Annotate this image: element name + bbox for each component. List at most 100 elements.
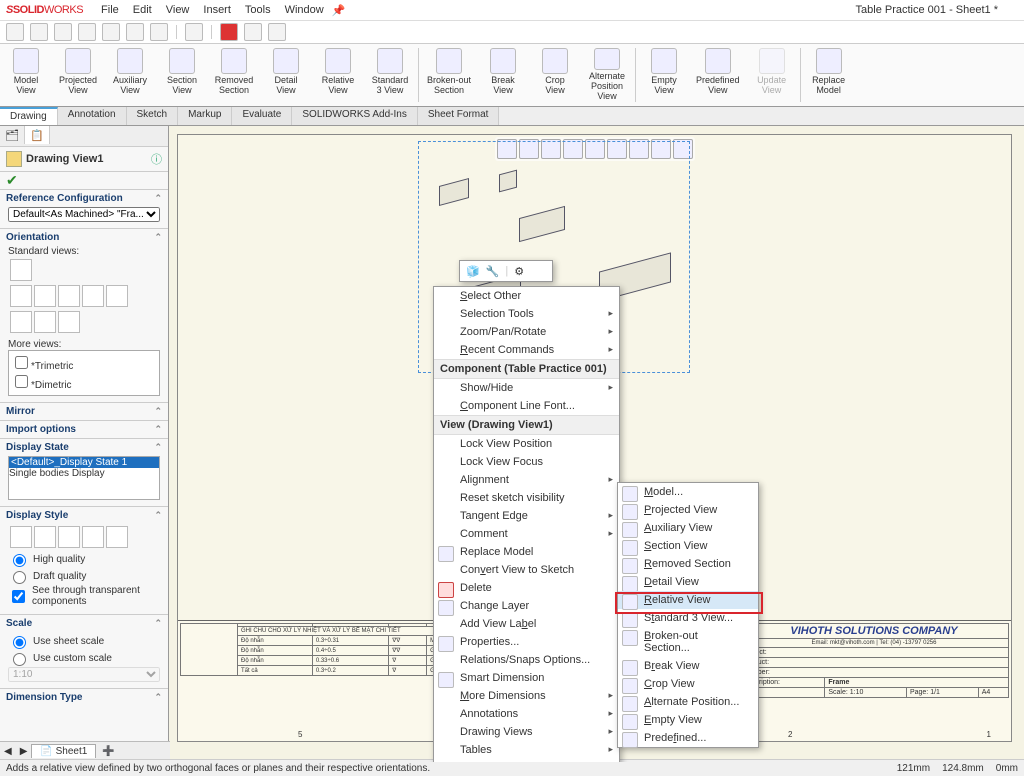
ctx-show-hide[interactable]: Show/Hide: [434, 379, 619, 397]
subctx-standard-view-[interactable]: Standard 3 View...: [618, 609, 758, 627]
ctx-replace-model[interactable]: Replace Model: [434, 543, 619, 561]
ctx-change-layer[interactable]: Change Layer: [434, 597, 619, 615]
hlr-btn[interactable]: [34, 526, 56, 548]
ctx-relations-snaps-options-[interactable]: Relations/Snaps Options...: [434, 651, 619, 669]
wireframe-btn[interactable]: [10, 526, 32, 548]
ribbon-auxiliary[interactable]: AuxiliaryView: [104, 44, 156, 106]
ribbon-section[interactable]: SectionView: [156, 44, 208, 106]
ribbon-detail[interactable]: DetailView: [260, 44, 312, 106]
ribbon-replace[interactable]: ReplaceModel: [803, 44, 855, 106]
refcfg-header[interactable]: Reference Configuration: [6, 193, 162, 204]
tab-markup[interactable]: Markup: [178, 107, 232, 125]
tab-drawing[interactable]: Drawing: [0, 107, 58, 125]
ctx-lock-view-focus[interactable]: Lock View Focus: [434, 453, 619, 471]
menu-file[interactable]: File: [101, 4, 119, 16]
trimetric-check[interactable]: [15, 356, 28, 369]
undo-icon[interactable]: [126, 23, 144, 41]
ctx-comment[interactable]: Comment: [434, 525, 619, 543]
shaded-edges-btn[interactable]: [82, 526, 104, 548]
view-back-btn[interactable]: [82, 285, 104, 307]
help-icon[interactable]: ⓘ: [151, 151, 162, 167]
display-state-list[interactable]: <Default>_Display State 1 Single bodies …: [8, 456, 160, 500]
ok-button[interactable]: ✔: [0, 172, 168, 189]
home-icon[interactable]: [6, 23, 24, 41]
settings-icon[interactable]: [268, 23, 286, 41]
dimtype-header[interactable]: Dimension Type: [6, 692, 162, 703]
custom-scale-radio[interactable]: [13, 653, 26, 666]
view-bottom-btn[interactable]: [106, 285, 128, 307]
dimetric-check[interactable]: [15, 375, 28, 388]
subctx-broken-out-section-[interactable]: Broken-out Section...: [618, 627, 758, 657]
ctx-alignment[interactable]: Alignment: [434, 471, 619, 489]
ctx-delete[interactable]: Delete: [434, 579, 619, 597]
ctx-drawing-views[interactable]: Drawing Views: [434, 723, 619, 741]
menu-edit[interactable]: Edit: [133, 4, 152, 16]
view-iso-btn[interactable]: [10, 311, 32, 333]
menu-window[interactable]: Window: [285, 4, 324, 16]
transparent-check[interactable]: [12, 590, 25, 603]
ctx-smart-dimension[interactable]: Smart Dimension: [434, 669, 619, 687]
ctx-more-dimensions[interactable]: More Dimensions: [434, 687, 619, 705]
subctx-projected-view[interactable]: Projected View: [618, 501, 758, 519]
view-left-btn[interactable]: [34, 285, 56, 307]
ctx-more-icon[interactable]: ⚙: [514, 265, 524, 278]
ctx-component-line-font-[interactable]: Component Line Font...: [434, 397, 619, 415]
add-sheet-icon[interactable]: ➕: [96, 746, 120, 757]
view-right-btn[interactable]: [58, 285, 80, 307]
feature-tree-tab[interactable]: 🗂: [0, 126, 25, 144]
ctx-recent-commands[interactable]: Recent Commands: [434, 341, 619, 359]
ribbon-model[interactable]: ModelView: [0, 44, 52, 106]
ribbon-projected[interactable]: ProjectedView: [52, 44, 104, 106]
menu-view[interactable]: View: [166, 4, 190, 16]
ribbon-break[interactable]: BreakView: [477, 44, 529, 106]
options-icon[interactable]: [244, 23, 262, 41]
ribbon-empty[interactable]: EmptyView: [638, 44, 690, 106]
ctx-tables[interactable]: Tables: [434, 741, 619, 759]
ctx-annotations[interactable]: Annotations: [434, 705, 619, 723]
ctx-zoom-pan-rotate[interactable]: Zoom/Pan/Rotate: [434, 323, 619, 341]
ribbon-alternate[interactable]: AlternatePositionView: [581, 44, 633, 106]
orientation-header[interactable]: Orientation: [6, 232, 162, 243]
subctx-predefined-[interactable]: Predefined...: [618, 729, 758, 747]
sheet1-tab[interactable]: 📄 Sheet1: [31, 744, 96, 758]
subctx-removed-section[interactable]: Removed Section: [618, 555, 758, 573]
view-front-btn[interactable]: [10, 259, 32, 281]
subctx-break-view[interactable]: Break View: [618, 657, 758, 675]
scale-header[interactable]: Scale: [6, 618, 162, 629]
tab-sketch[interactable]: Sketch: [127, 107, 179, 125]
import-header[interactable]: Import options: [6, 424, 162, 435]
tab-sheet-format[interactable]: Sheet Format: [418, 107, 500, 125]
ribbon-standard[interactable]: Standard3 View: [364, 44, 416, 106]
subctx-section-view[interactable]: Section View: [618, 537, 758, 555]
dq-radio[interactable]: [13, 571, 26, 584]
menu-pin-icon[interactable]: 📌: [332, 4, 346, 17]
ctx-lock-view-position[interactable]: Lock View Position: [434, 435, 619, 453]
menu-tools[interactable]: Tools: [245, 4, 271, 16]
ctx-add-view-label[interactable]: Add View Label: [434, 615, 619, 633]
ctx-convert-view-to-sketch[interactable]: Convert View to Sketch: [434, 561, 619, 579]
ctx-reset-sketch-visibility[interactable]: Reset sketch visibility: [434, 489, 619, 507]
tab-annotation[interactable]: Annotation: [58, 107, 127, 125]
subctx-auxiliary-view[interactable]: Auxiliary View: [618, 519, 758, 537]
new-icon[interactable]: [30, 23, 48, 41]
dstyle-header[interactable]: Display Style: [6, 510, 162, 521]
ribbon-relative[interactable]: RelativeView: [312, 44, 364, 106]
ctx-select-other[interactable]: Select Other: [434, 287, 619, 305]
scale-select[interactable]: 1:10: [8, 667, 160, 682]
print-icon[interactable]: [102, 23, 120, 41]
subctx-detail-view[interactable]: Detail View: [618, 573, 758, 591]
ctx-properties-[interactable]: Properties...: [434, 633, 619, 651]
sheet-scale-radio[interactable]: [13, 636, 26, 649]
open-icon[interactable]: [54, 23, 72, 41]
ribbon-predefined[interactable]: PredefinedView: [690, 44, 746, 106]
subctx-relative-view[interactable]: Relative View: [618, 591, 758, 609]
tab-evaluate[interactable]: Evaluate: [232, 107, 292, 125]
ctx-hide-icon[interactable]: 🔧: [486, 265, 500, 278]
ribbon-broken-out[interactable]: Broken-outSection: [421, 44, 477, 106]
ribbon-update[interactable]: UpdateView: [746, 44, 798, 106]
mirror-header[interactable]: Mirror: [6, 406, 162, 417]
subctx-model-[interactable]: Model...: [618, 483, 758, 501]
menu-insert[interactable]: Insert: [203, 4, 231, 16]
ctx-style-icon[interactable]: 🧊: [466, 265, 480, 278]
subctx-empty-view[interactable]: Empty View: [618, 711, 758, 729]
